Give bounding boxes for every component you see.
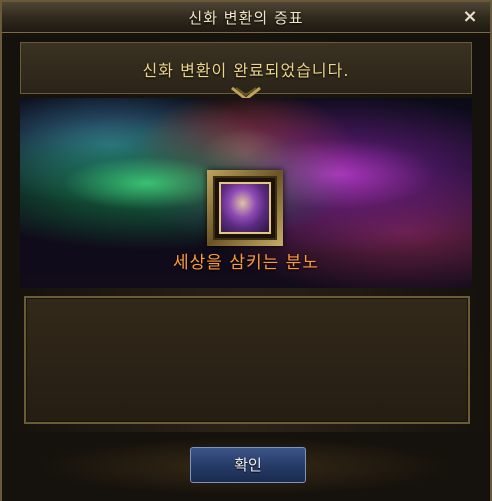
item-slot[interactable]: [207, 170, 283, 246]
close-icon[interactable]: ×: [460, 7, 480, 27]
myth-conversion-dialog: 신화 변환의 증표 × 신화 변환이 완료되었습니다. 세상을 삼키는 분노 확…: [0, 0, 492, 501]
dialog-title: 신화 변환의 증표: [188, 9, 304, 27]
item-portrait-icon: [219, 182, 271, 234]
item-name: 세상을 삼키는 분노: [173, 253, 319, 273]
result-message: 신화 변환이 완료되었습니다.: [142, 61, 350, 80]
confirm-button[interactable]: 확인: [190, 447, 306, 483]
item-description-box: [24, 296, 470, 424]
dialog-title-bar: 신화 변환의 증표 ×: [2, 2, 490, 33]
